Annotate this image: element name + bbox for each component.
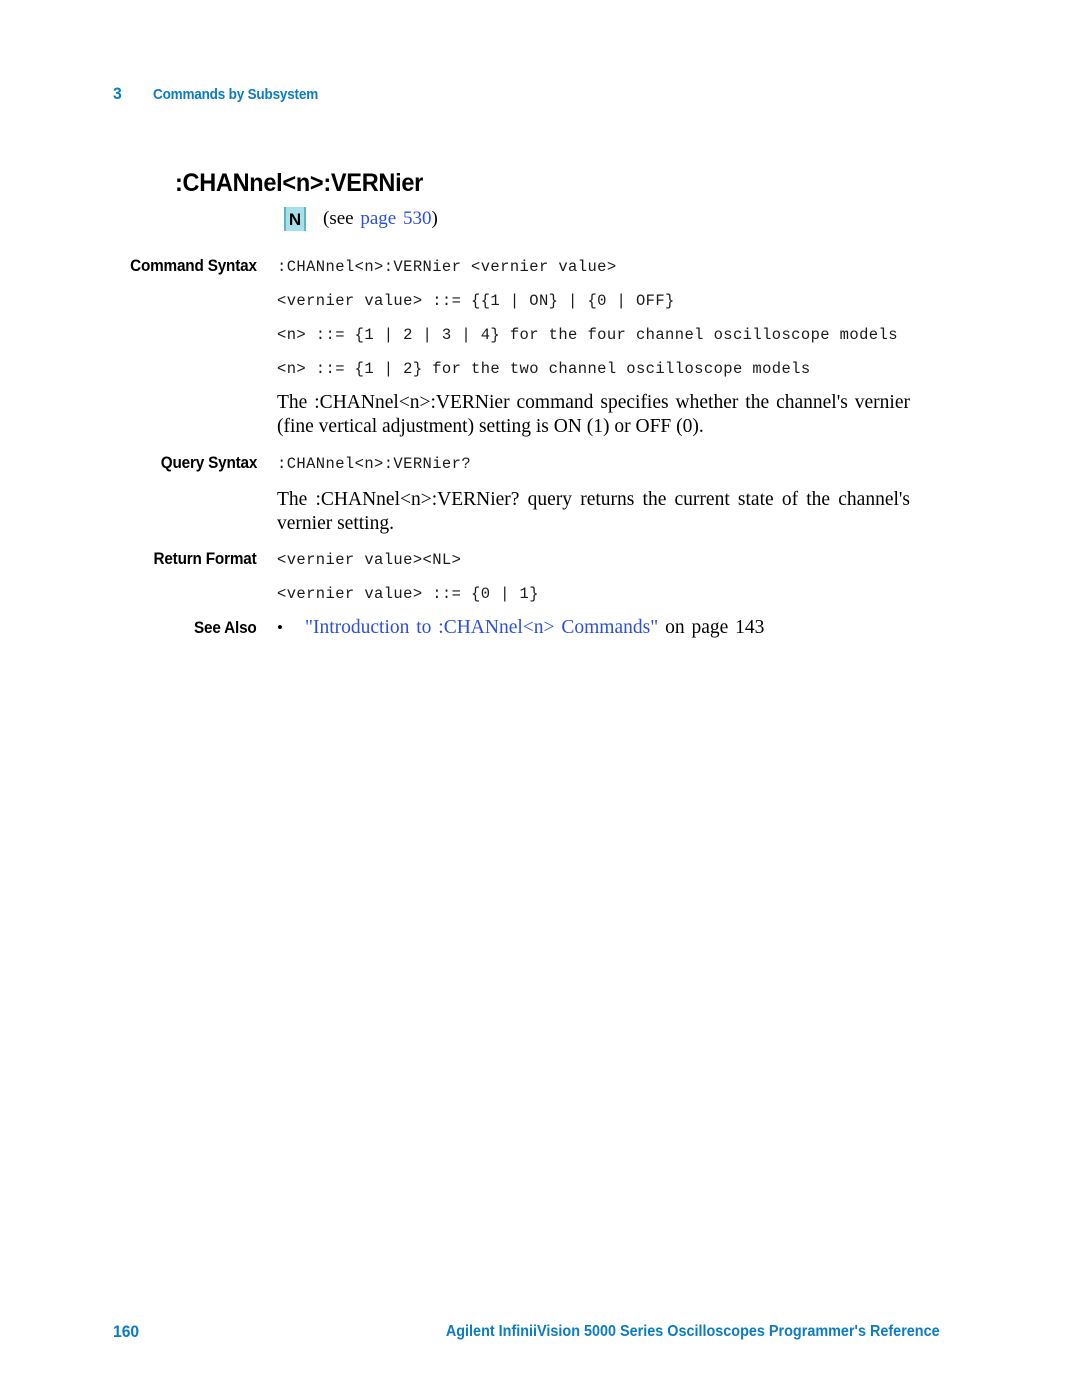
footer-page-number: 160	[113, 1322, 140, 1341]
see-also-trailing-text: on page 143	[665, 617, 765, 638]
command-syntax-description: The :CHANnel<n>:VERNier command specifie…	[277, 392, 910, 437]
query-syntax-description: The :CHANnel<n>:VERNier? query returns t…	[277, 489, 910, 534]
label-command-syntax: Command Syntax	[130, 256, 257, 275]
chapter-number: 3	[113, 84, 122, 103]
label-query-syntax: Query Syntax	[160, 453, 258, 472]
command-syntax-line-4: <n> ::= {1 | 2} for the two channel osci…	[277, 360, 811, 378]
document-page: 3 Commands by Subsystem :CHANnel<n>:VERN…	[0, 0, 1080, 1397]
page-footer: 160 Agilent InfiniiVision 5000 Series Os…	[0, 1322, 1080, 1348]
page-title: :CHANnel<n>:VERNier	[175, 169, 423, 197]
running-header: 3 Commands by Subsystem	[113, 84, 336, 104]
see-prefix: (see	[323, 208, 354, 229]
see-page-link-number[interactable]: 530	[403, 208, 432, 229]
query-syntax-line-1: :CHANnel<n>:VERNier?	[277, 455, 472, 473]
label-see-also: See Also	[194, 618, 257, 637]
see-also-list-item: • "Introduction to :CHANnel<n> Commands" …	[277, 617, 917, 639]
see-suffix: )	[431, 208, 438, 229]
see-page-reference: (see page 530)	[323, 208, 438, 230]
chapter-title: Commands by Subsystem	[153, 86, 319, 103]
n-badge-icon: N	[284, 207, 306, 231]
footnote-reference: N (see page 530)	[284, 207, 438, 231]
label-return-format: Return Format	[153, 549, 257, 568]
command-syntax-line-3: <n> ::= {1 | 2 | 3 | 4} for the four cha…	[277, 326, 898, 344]
see-page-link-label[interactable]: page	[360, 208, 396, 229]
command-syntax-line-1: :CHANnel<n>:VERNier <vernier value>	[277, 258, 617, 276]
footer-document-title: Agilent InfiniiVision 5000 Series Oscill…	[446, 1323, 940, 1340]
bullet-icon: •	[277, 618, 283, 637]
return-format-line-1: <vernier value><NL>	[277, 551, 462, 569]
command-syntax-line-2: <vernier value> ::= {{1 | ON} | {0 | OFF…	[277, 292, 675, 310]
return-format-line-2: <vernier value> ::= {0 | 1}	[277, 585, 539, 603]
see-also-link[interactable]: "Introduction to :CHANnel<n> Commands"	[305, 617, 658, 638]
